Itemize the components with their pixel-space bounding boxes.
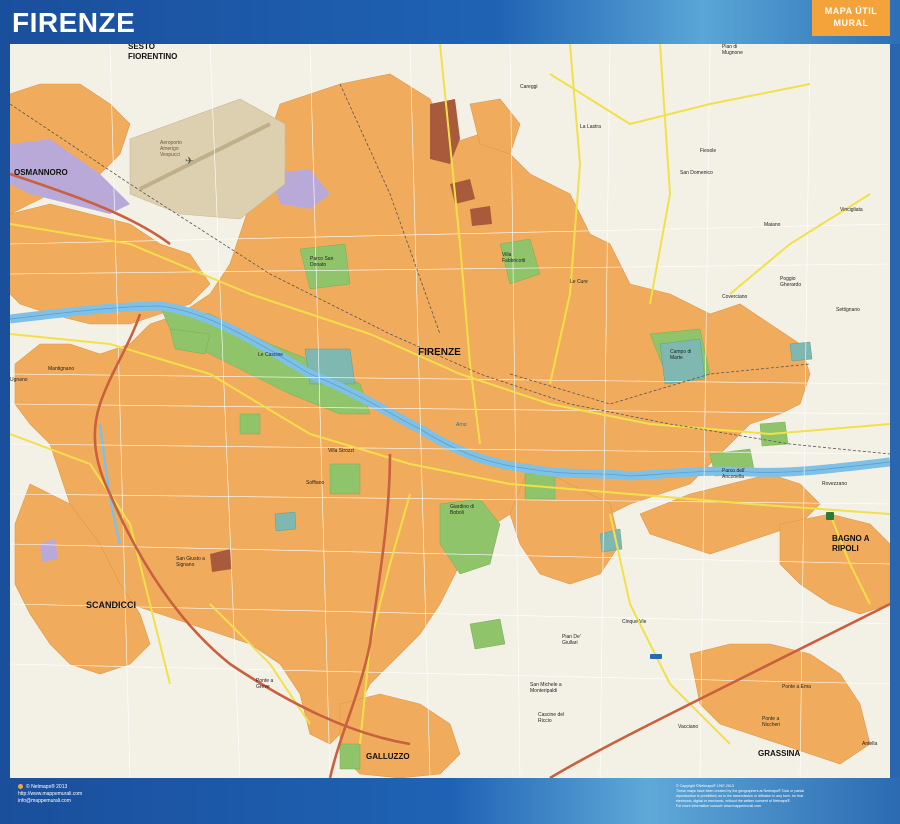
label-san-domenico: San Domenico xyxy=(680,170,713,176)
label-maiano: Maiano xyxy=(764,222,781,228)
netmaps-logo-icon xyxy=(18,784,23,790)
label-cinque-vie: Cinque Vie xyxy=(622,619,647,625)
place-label-osmannoro: OSMANNORO xyxy=(14,168,68,177)
place-label-sesto: SESTO FIORENTINO xyxy=(128,44,178,61)
label-poggio-gherardo: Poggio Gherardo xyxy=(780,276,802,288)
label-vacciano: Vacciano xyxy=(678,724,699,730)
label-rovezzano: Rovezzano xyxy=(822,481,848,487)
badge-line-1: MAPA ÚTIL xyxy=(824,6,878,16)
footer-email-link[interactable]: info@mappemurali.com xyxy=(18,798,82,805)
place-label-galluzzo: GALLUZZO xyxy=(366,752,410,761)
place-label-scandicci: SCANDICCI xyxy=(86,600,137,610)
label-pian-mugnone: Pian di Mugnone xyxy=(722,44,743,56)
label-careggi: Careggi xyxy=(520,84,538,90)
label-villa-strozzi: Villa Strozzi xyxy=(328,448,355,454)
place-label-firenze: FIRENZE xyxy=(418,347,461,358)
label-campo-marte: Campo di Marte xyxy=(670,349,692,361)
label-la-lastra: La Lastra xyxy=(580,124,601,130)
label-parco-anconella: Parco dell' Anconella xyxy=(722,468,746,480)
label-fiesole: Fiesole xyxy=(700,148,717,154)
map-frame-left xyxy=(0,44,10,778)
label-parco-san-donato: Parco San Donato xyxy=(310,256,334,268)
label-giardino-boboli: Giardino di Boboli xyxy=(450,504,475,516)
label-aeroporto: Aeroporto Amerigo Vespucci xyxy=(160,140,182,158)
label-mantignano: Mantignano xyxy=(48,366,75,372)
label-ponte-a-greve: Ponte a Greve xyxy=(256,678,274,690)
label-arno: Arno xyxy=(456,422,467,428)
label-le-cascine: Le Cascine xyxy=(258,352,284,358)
label-soffiano: Soffiano xyxy=(306,480,325,486)
label-san-giusto: San Giusto a Signano xyxy=(176,556,205,568)
label-coverciano: Coverciano xyxy=(722,294,748,300)
route-shield-icon xyxy=(826,512,834,520)
route-shield-icon xyxy=(650,654,662,659)
airport-area xyxy=(129,98,286,220)
footer-legal: © Copyright ©Netmaps® 1997-2013 These ma… xyxy=(676,784,805,808)
badge-line-2: MURAL xyxy=(833,18,869,28)
airport-icon: ✈ xyxy=(185,156,194,167)
map-graphic xyxy=(10,44,890,778)
label-ponte-ema: Ponte a Ema xyxy=(782,684,811,690)
label-antella: Antella xyxy=(862,741,878,747)
label-san-michele: San Michele a Monteripaldi xyxy=(530,682,562,694)
label-pian-giullari: Pian De' Giullari xyxy=(562,634,581,646)
label-villa-fabbricotti: Villa Fabbricotti xyxy=(502,252,526,264)
label-le-cure: Le Cure xyxy=(570,279,588,285)
map-canvas[interactable]: ✈ FIRENZE SESTO FIORENTINO OSMANNORO SCA… xyxy=(10,44,890,778)
footer-web-link[interactable]: http://www.mappemurali.com xyxy=(18,791,82,798)
product-badge: MAPA ÚTIL MURAL xyxy=(812,0,890,36)
label-ugnano: Ugnano xyxy=(10,377,28,383)
place-label-grassina: GRASSINA xyxy=(758,749,801,758)
map-title: FIRENZE xyxy=(12,7,136,38)
place-label-bagno-a-ripoli: BAGNO A RIPOLI xyxy=(832,534,870,553)
label-cascine-riccio: Cascine del Riccio xyxy=(538,712,565,724)
footer-copyright: © Netmaps® 2013 xyxy=(26,784,68,790)
label-ponte-niccheri: Ponte a Niccheri xyxy=(762,716,781,728)
map-frame-right xyxy=(890,44,900,778)
footer-contact: © Netmaps® 2013 http://www.mappemurali.c… xyxy=(18,784,82,805)
label-vincigliata: Vincigliata xyxy=(840,207,863,213)
label-settignano: Settignano xyxy=(836,307,860,313)
